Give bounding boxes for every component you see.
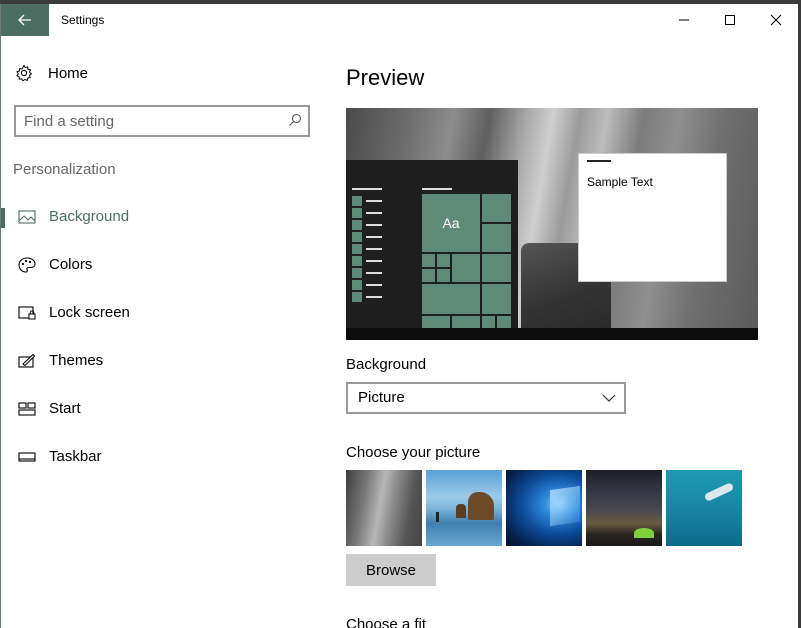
sidebar-item-label: Background bbox=[49, 208, 130, 225]
start-menu-row bbox=[352, 244, 384, 254]
background-dropdown[interactable]: Picture bbox=[346, 382, 626, 414]
palette-icon bbox=[18, 257, 36, 273]
themes-icon bbox=[18, 353, 36, 368]
picture-icon bbox=[18, 210, 36, 224]
preview-tile bbox=[437, 269, 450, 282]
preview-tile bbox=[497, 316, 511, 328]
preview-tile-text: Aa bbox=[442, 215, 460, 231]
preview-tile bbox=[482, 284, 511, 314]
start-menu-row bbox=[352, 208, 384, 218]
preview-tile bbox=[482, 316, 495, 328]
sidebar-item-start[interactable]: Start bbox=[1, 392, 321, 426]
nav-home[interactable]: Home bbox=[15, 60, 88, 86]
sidebar-item-background[interactable]: Background bbox=[1, 200, 321, 234]
sidebar-item-themes[interactable]: Themes bbox=[1, 344, 321, 378]
thumb-tent-glow bbox=[634, 528, 654, 538]
preview-tile bbox=[422, 316, 450, 328]
search-field[interactable] bbox=[14, 105, 310, 137]
picture-thumbnail-windows-hero[interactable] bbox=[506, 470, 582, 546]
sidebar-item-label: Themes bbox=[49, 352, 104, 369]
preview-taskbar bbox=[346, 328, 758, 340]
start-menu-row bbox=[352, 220, 384, 230]
window-title: Settings bbox=[61, 13, 105, 27]
preview-tile bbox=[437, 254, 450, 267]
page-title: Preview bbox=[346, 65, 425, 90]
back-arrow-icon bbox=[18, 14, 31, 26]
preview-tile bbox=[482, 224, 511, 252]
sidebar-item-label: Lock screen bbox=[49, 304, 130, 321]
chevron-down-icon bbox=[602, 394, 616, 402]
preview-tile bbox=[422, 269, 435, 282]
lock-screen-icon bbox=[18, 306, 36, 320]
start-menu-row bbox=[352, 280, 384, 290]
minimize-button[interactable] bbox=[661, 4, 707, 36]
sidebar-item-label: Taskbar bbox=[49, 448, 102, 465]
maximize-button[interactable] bbox=[707, 4, 753, 36]
tiles-header-line bbox=[422, 188, 452, 190]
picture-thumbnail-night-sky[interactable] bbox=[586, 470, 662, 546]
preview-tile bbox=[422, 284, 480, 314]
picture-thumbnail-rock-cliff[interactable] bbox=[346, 470, 422, 546]
minimize-icon bbox=[679, 19, 689, 21]
section-label-personalization: Personalization bbox=[13, 161, 116, 178]
preview-sample-window: Sample Text bbox=[578, 153, 727, 282]
gear-icon bbox=[16, 64, 33, 82]
picture-thumbnail-underwater[interactable] bbox=[666, 470, 742, 546]
preview-tile bbox=[452, 316, 480, 328]
background-dropdown-value: Picture bbox=[358, 389, 405, 406]
close-button[interactable] bbox=[753, 4, 798, 36]
sample-text: Sample Text bbox=[587, 175, 653, 189]
maximize-icon bbox=[725, 15, 735, 25]
search-icon[interactable] bbox=[288, 113, 302, 127]
background-preview: Aa Sample Text bbox=[346, 108, 758, 340]
home-label: Home bbox=[48, 64, 89, 82]
preview-tile-large: Aa bbox=[422, 194, 480, 252]
back-button[interactable] bbox=[1, 4, 49, 36]
preview-tile bbox=[422, 254, 435, 267]
title-bar: Settings bbox=[1, 4, 798, 36]
start-menu-row bbox=[352, 292, 384, 302]
sidebar-item-label: Colors bbox=[49, 256, 93, 273]
browse-button[interactable]: Browse bbox=[346, 554, 436, 586]
start-menu-row bbox=[352, 232, 384, 242]
background-label: Background bbox=[346, 356, 427, 373]
preview-start-menu: Aa bbox=[346, 160, 518, 328]
choose-picture-label: Choose your picture bbox=[346, 444, 481, 461]
taskbar-icon bbox=[18, 452, 36, 462]
sidebar-item-colors[interactable]: Colors bbox=[1, 248, 321, 282]
preview-tile bbox=[452, 254, 480, 282]
thumb-small-rock bbox=[456, 504, 466, 518]
settings-window: Settings Home Personalization Ba bbox=[0, 4, 798, 628]
start-menu-row bbox=[352, 256, 384, 266]
choose-fit-label: Choose a fit bbox=[346, 616, 427, 628]
sidebar-item-label: Start bbox=[49, 400, 81, 417]
start-menu-header-line bbox=[352, 188, 382, 190]
sidebar-item-lock-screen[interactable]: Lock screen bbox=[1, 296, 321, 330]
search-input[interactable] bbox=[24, 112, 274, 130]
start-menu-row bbox=[352, 268, 384, 278]
preview-tile bbox=[482, 194, 511, 222]
close-icon bbox=[770, 14, 782, 26]
thumb-windows-light bbox=[550, 485, 580, 527]
thumb-diver bbox=[703, 482, 735, 502]
sidebar-item-taskbar[interactable]: Taskbar bbox=[1, 440, 321, 474]
thumb-person bbox=[436, 512, 439, 522]
picture-thumbnail-sea-arch[interactable] bbox=[426, 470, 502, 546]
active-indicator bbox=[1, 208, 5, 228]
start-icon bbox=[18, 402, 36, 416]
start-menu-row bbox=[352, 196, 384, 206]
sample-window-titlebar bbox=[587, 160, 611, 162]
preview-tile bbox=[482, 254, 511, 282]
thumb-arch-rock bbox=[468, 492, 494, 520]
